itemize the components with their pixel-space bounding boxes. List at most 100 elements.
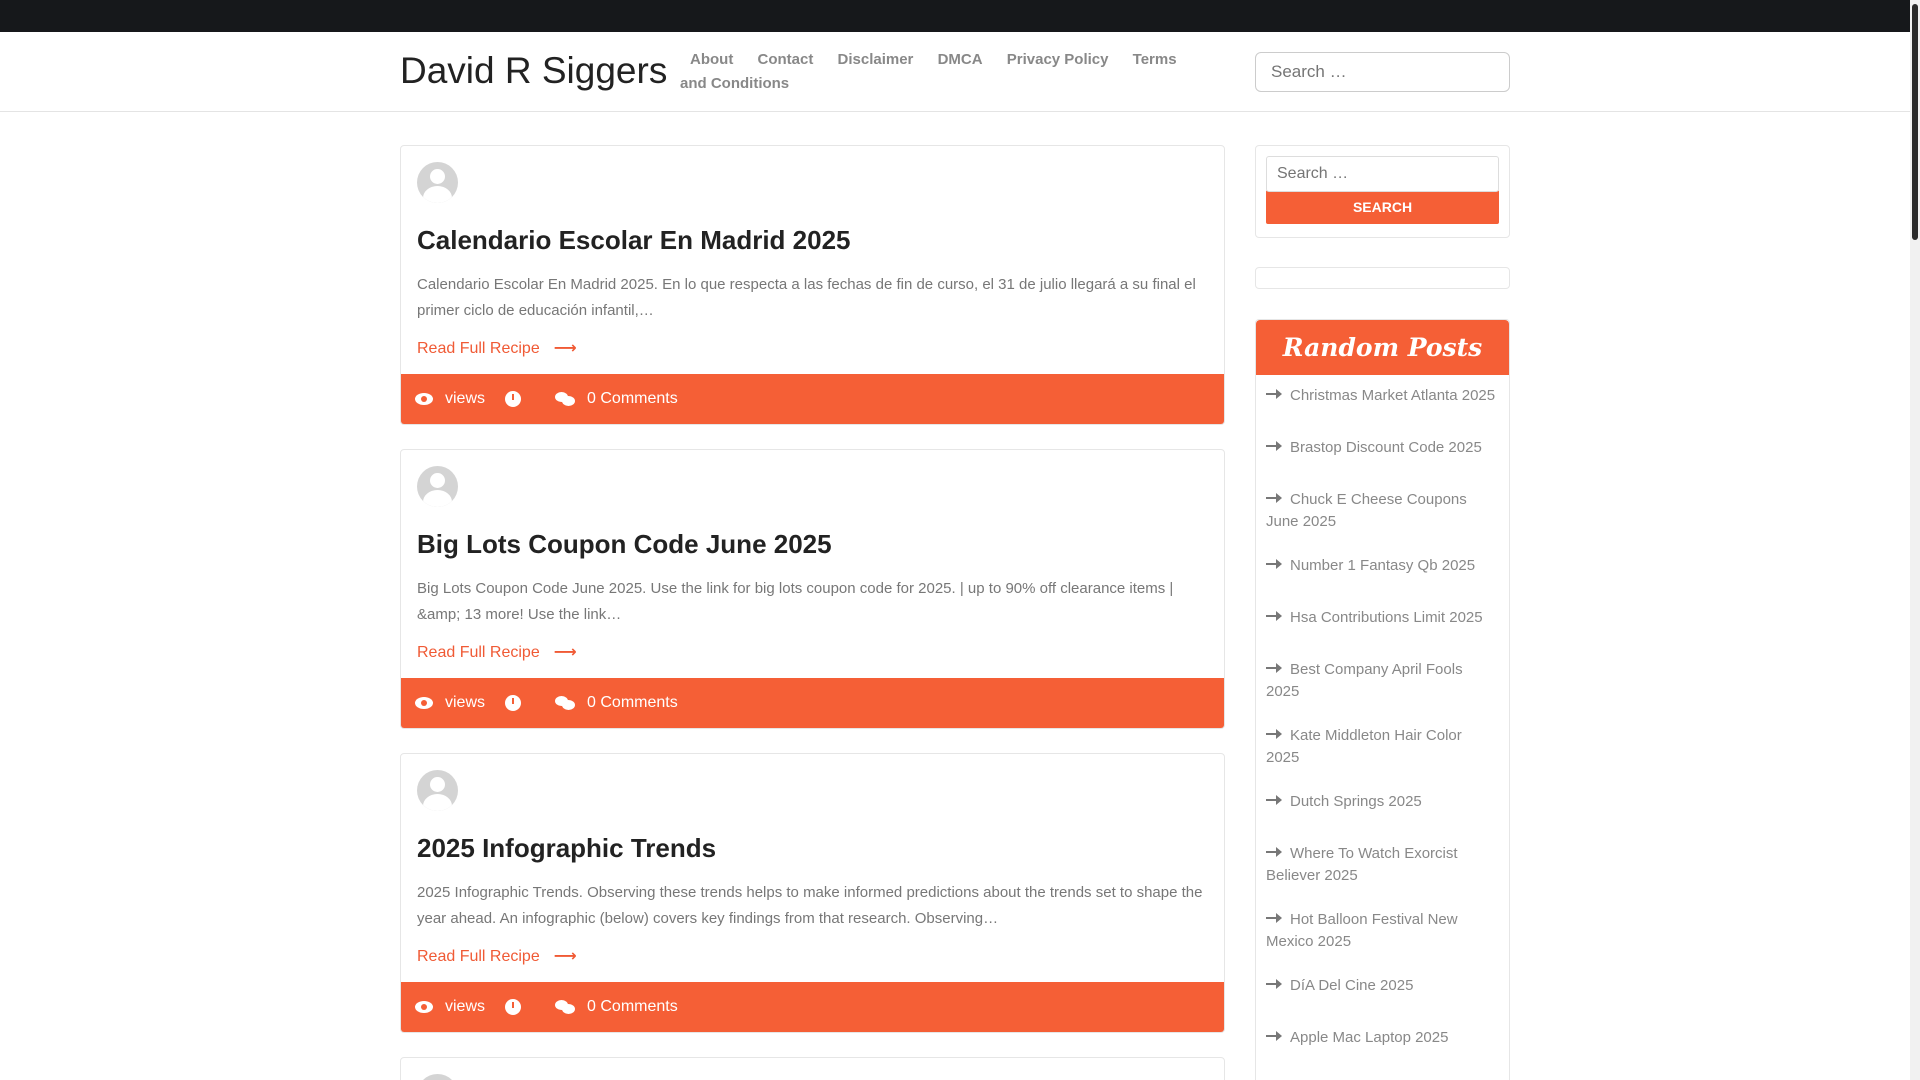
sidebar-search-widget: SEARCH [1255,145,1510,238]
eye-icon [415,393,433,405]
comments-icon [555,392,576,406]
random-post-link[interactable]: Kate Middleton Hair Color 2025 [1266,727,1462,766]
date-meta [505,695,535,711]
arrow-right-icon [1266,441,1282,452]
post-title[interactable]: Calendario Escolar En Madrid 2025 [417,225,1208,256]
post-card [400,1057,1225,1080]
post-card: Calendario Escolar En Madrid 2025 Calend… [400,145,1225,425]
arrow-right-icon [1266,847,1282,858]
comments-label[interactable]: 0 Comments [587,998,678,1016]
list-item[interactable]: Kate Middleton Hair Color 2025 [1266,715,1499,781]
post-meta-bar: views 0 Comments [401,678,1224,728]
views-meta: views [415,390,485,408]
comments-label[interactable]: 0 Comments [587,390,678,408]
list-item[interactable]: Dutch Springs 2025 [1266,781,1499,833]
site-header: David R Siggers About Contact Disclaimer… [0,32,1910,112]
eye-icon [415,1001,433,1013]
comments-meta[interactable]: 0 Comments [555,694,678,712]
arrow-right-icon [1266,663,1282,674]
views-label: views [445,390,486,407]
list-item[interactable]: Number 1 Fantasy Qb 2025 [1266,545,1499,597]
random-posts-title: Random Posts [1256,320,1509,375]
list-item[interactable]: Best Company April Fools 2025 [1266,649,1499,715]
arrow-right-icon [1266,559,1282,570]
avatar [417,162,458,203]
avatar [417,1074,458,1080]
post-excerpt: 2025 Infographic Trends. Observing these… [417,884,1203,927]
comments-meta[interactable]: 0 Comments [555,998,678,1016]
avatar [417,770,458,811]
post-meta-bar: views 0 Comments [401,374,1224,424]
arrow-right-icon: ⟶ [553,644,577,661]
scrollbar-thumb[interactable] [1912,4,1918,240]
comments-label[interactable]: 0 Comments [587,694,678,712]
random-post-link[interactable]: Best Company April Fools 2025 [1266,661,1463,700]
sidebar-search-button[interactable]: SEARCH [1266,190,1499,224]
post-excerpt: Big Lots Coupon Code June 2025. Use the … [417,580,1174,623]
comments-meta[interactable]: 0 Comments [555,390,678,408]
post-body: Calendario Escolar En Madrid 2025 Calend… [401,146,1224,374]
views-meta: views [415,998,485,1016]
nav-item-contact[interactable]: Contact [758,51,814,68]
list-item[interactable]: Hot Balloon Festival New Mexico 2025 [1266,899,1499,965]
post-card: 2025 Infographic Trends 2025 Infographic… [400,753,1225,1033]
random-post-link[interactable]: Hot Balloon Festival New Mexico 2025 [1266,911,1458,950]
list-item[interactable]: Chuck E Cheese Coupons June 2025 [1266,479,1499,545]
random-post-link[interactable]: Number 1 Fantasy Qb 2025 [1290,557,1475,574]
read-more-link[interactable]: Read Full Recipe ⟶ [417,946,577,966]
post-title[interactable]: 2025 Infographic Trends [417,833,1208,864]
post-body: 2025 Infographic Trends 2025 Infographic… [401,754,1224,982]
header-search-input[interactable] [1255,52,1510,92]
main-nav: About Contact Disclaimer DMCA Privacy Po… [680,48,1200,96]
post-title[interactable]: Big Lots Coupon Code June 2025 [417,529,1208,560]
post-body: Big Lots Coupon Code June 2025 Big Lots … [401,450,1224,678]
date-meta [505,391,535,407]
random-post-link[interactable]: Christmas Market Atlanta 2025 [1290,387,1495,404]
random-posts-list: Christmas Market Atlanta 2025 Brastop Dis… [1256,375,1509,1069]
nav-item-disclaimer[interactable]: Disclaimer [838,51,914,68]
random-posts-widget: Random Posts Christmas Market Atlanta 20… [1255,319,1510,1080]
post-body [401,1058,1224,1080]
date-meta [505,999,535,1015]
read-more-label: Read Full Recipe [417,948,540,965]
page-scrollbar[interactable] [1910,0,1920,1080]
nav-item-dmca[interactable]: DMCA [938,51,983,68]
arrow-right-icon [1266,611,1282,622]
views-label: views [445,694,486,711]
arrow-right-icon [1266,389,1282,400]
random-post-link[interactable]: Hsa Contributions Limit 2025 [1290,609,1483,626]
list-item[interactable]: Apple Mac Laptop 2025 [1266,1017,1499,1069]
arrow-right-icon: ⟶ [553,948,577,965]
arrow-right-icon [1266,1031,1282,1042]
read-more-label: Read Full Recipe [417,644,540,661]
read-more-link[interactable]: Read Full Recipe ⟶ [417,642,577,662]
clock-icon [505,999,522,1015]
arrow-right-icon [1266,493,1282,504]
views-meta: views [415,694,485,712]
comments-icon [555,1000,576,1014]
nav-item-privacy-policy[interactable]: Privacy Policy [1007,51,1109,68]
eye-icon [415,697,433,709]
list-item[interactable]: Christmas Market Atlanta 2025 [1266,375,1499,427]
random-post-link[interactable]: DíA Del Cine 2025 [1290,977,1413,994]
nav-item-about[interactable]: About [690,51,733,68]
post-card: Big Lots Coupon Code June 2025 Big Lots … [400,449,1225,729]
views-label: views [445,998,486,1015]
random-post-link[interactable]: Brastop Discount Code 2025 [1290,439,1482,456]
random-post-link[interactable]: Where To Watch Exorcist Believer 2025 [1266,845,1458,884]
random-post-link[interactable]: Dutch Springs 2025 [1290,793,1422,810]
random-post-link[interactable]: Apple Mac Laptop 2025 [1290,1029,1448,1046]
sidebar-search-input[interactable] [1266,156,1499,192]
list-item[interactable]: Hsa Contributions Limit 2025 [1266,597,1499,649]
arrow-right-icon [1266,795,1282,806]
site-title[interactable]: David R Siggers [400,50,667,92]
read-more-link[interactable]: Read Full Recipe ⟶ [417,338,577,358]
post-meta-bar: views 0 Comments [401,982,1224,1032]
random-post-link[interactable]: Chuck E Cheese Coupons June 2025 [1266,491,1467,530]
list-item[interactable]: Brastop Discount Code 2025 [1266,427,1499,479]
comments-icon [555,696,576,710]
list-item[interactable]: Where To Watch Exorcist Believer 2025 [1266,833,1499,899]
list-item[interactable]: DíA Del Cine 2025 [1266,965,1499,1017]
post-excerpt: Calendario Escolar En Madrid 2025. En lo… [417,276,1196,319]
top-bar [0,0,1910,32]
